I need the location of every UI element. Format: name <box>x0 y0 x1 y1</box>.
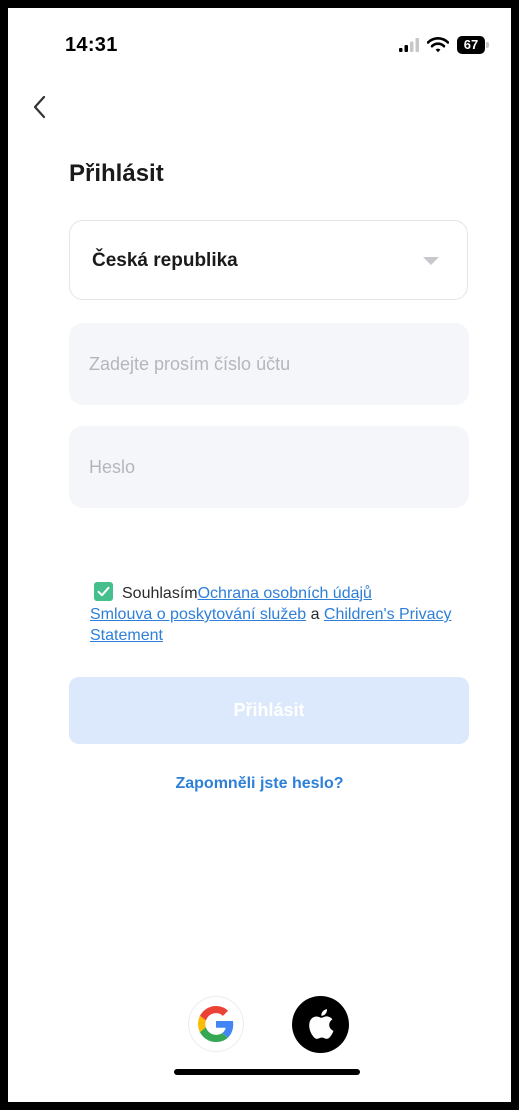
battery-level: 67 <box>457 36 485 54</box>
account-number-input[interactable] <box>69 323 469 405</box>
status-bar: 14:31 67 <box>8 8 511 78</box>
agreement-prefix: Souhlasím <box>122 585 198 602</box>
login-button[interactable]: Přihlásit <box>69 677 469 744</box>
google-login-button[interactable] <box>188 996 244 1052</box>
signal-icon <box>399 38 419 52</box>
back-button[interactable] <box>26 92 56 122</box>
home-indicator <box>174 1069 360 1075</box>
apple-icon <box>309 1009 334 1039</box>
agreement-text: SouhlasímOchrana osobních údajů Smlouva o… <box>90 582 470 646</box>
forgot-password-link[interactable]: Zapomněli jste heslo? <box>8 775 511 793</box>
battery-cap <box>486 42 489 48</box>
service-agreement-link[interactable]: Smlouva o poskytování služeb <box>90 606 306 623</box>
agreement-checkbox[interactable] <box>94 582 113 601</box>
chevron-left-icon <box>33 95 46 119</box>
privacy-policy-link[interactable]: Ochrana osobních údajů <box>198 585 372 602</box>
country-value: Česká republika <box>92 250 238 271</box>
checkmark-icon <box>97 586 110 597</box>
agreement-conjunction: a <box>306 606 324 623</box>
password-input[interactable] <box>69 426 469 508</box>
dropdown-arrow-icon <box>423 257 439 265</box>
login-screen: 14:31 67 Přihlásit Česká republika Zadej… <box>8 8 511 1102</box>
status-icons: 67 <box>399 36 489 54</box>
wifi-icon <box>427 37 449 53</box>
google-icon <box>198 1006 234 1042</box>
page-title: Přihlásit <box>69 160 164 187</box>
status-time: 14:31 <box>65 34 118 56</box>
country-select[interactable]: Česká republika <box>69 220 468 300</box>
apple-login-button[interactable] <box>292 996 349 1053</box>
battery-icon: 67 <box>457 36 489 54</box>
